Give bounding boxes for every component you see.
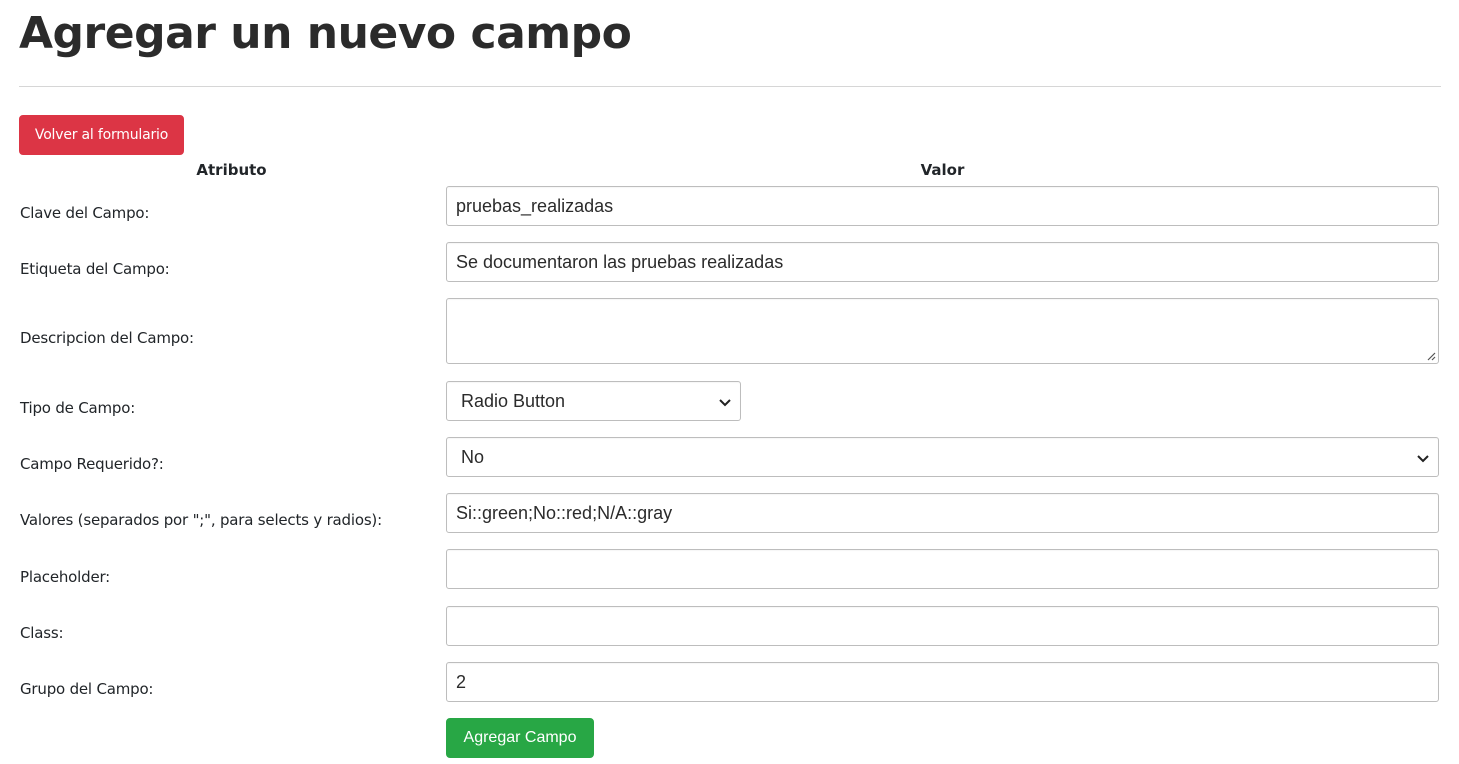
resize-grip-icon[interactable] xyxy=(1426,351,1436,361)
field-type-select[interactable]: Radio Button xyxy=(446,381,741,421)
field-group-label: Grupo del Campo: xyxy=(20,680,154,698)
chevron-down-icon xyxy=(719,399,731,407)
add-field-button[interactable]: Agregar Campo xyxy=(446,718,594,758)
title-divider xyxy=(19,86,1441,87)
back-to-form-button[interactable]: Volver al formulario xyxy=(19,115,184,155)
field-type-selected-value: Radio Button xyxy=(461,391,566,411)
page-title: Agregar un nuevo campo xyxy=(19,8,632,59)
chevron-down-icon xyxy=(1417,455,1429,463)
field-class-label: Class: xyxy=(20,624,64,642)
field-description-textarea[interactable] xyxy=(446,298,1439,364)
field-description-label: Descripcion del Campo: xyxy=(20,329,194,347)
field-key-input[interactable]: pruebas_realizadas xyxy=(446,186,1439,226)
field-label-label: Etiqueta del Campo: xyxy=(20,260,170,278)
field-group-input[interactable]: 2 xyxy=(446,662,1439,702)
field-values-label: Valores (separados por ";", para selects… xyxy=(20,511,382,529)
attribute-column-header: Atributo xyxy=(196,161,267,179)
field-values-input[interactable]: Si::green;No::red;N/A::gray xyxy=(446,493,1439,533)
field-required-label: Campo Requerido?: xyxy=(20,455,164,473)
field-key-label: Clave del Campo: xyxy=(20,204,150,222)
field-required-selected-value: No xyxy=(461,447,485,467)
field-required-select[interactable]: No xyxy=(446,437,1439,477)
field-class-input[interactable] xyxy=(446,606,1439,646)
field-placeholder-label: Placeholder: xyxy=(20,568,111,586)
field-placeholder-input[interactable] xyxy=(446,549,1439,589)
field-type-label: Tipo de Campo: xyxy=(20,399,136,417)
value-column-header: Valor xyxy=(920,161,965,179)
field-label-input[interactable]: Se documentaron las pruebas realizadas xyxy=(446,242,1439,282)
